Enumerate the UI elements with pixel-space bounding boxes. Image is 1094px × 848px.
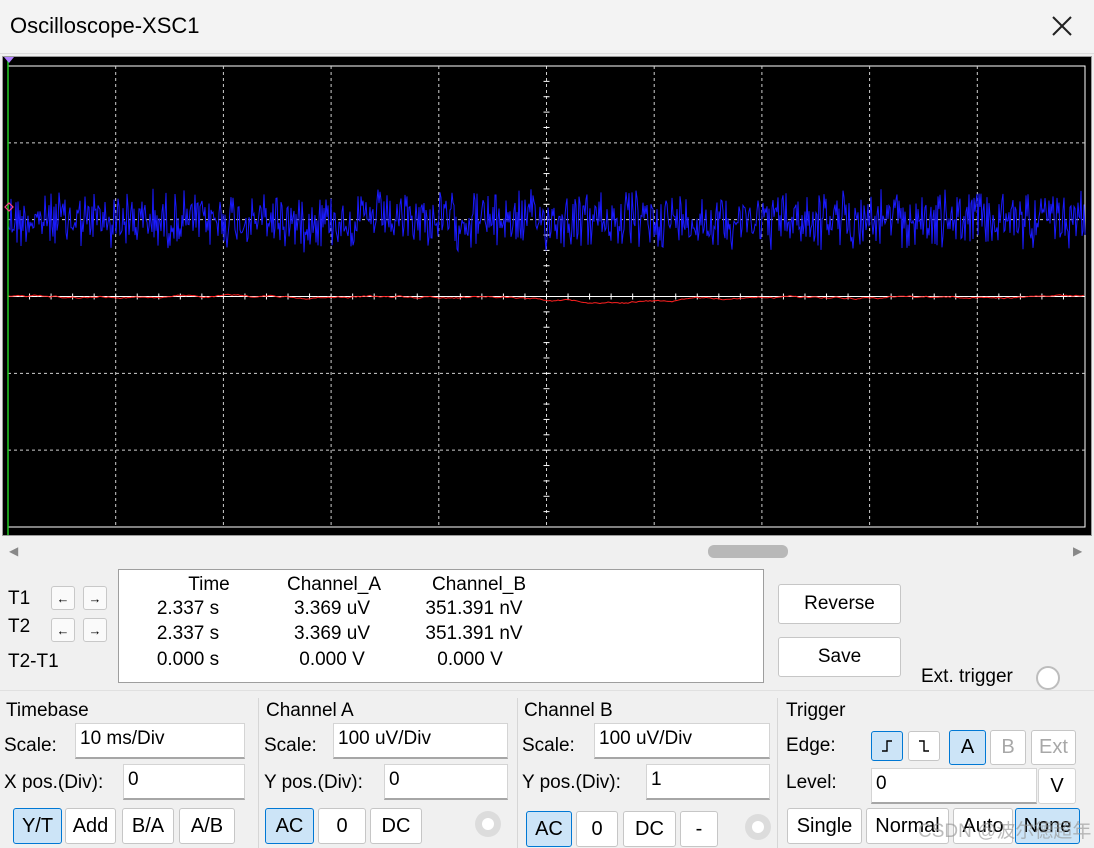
channel-a-scale-label: Scale: (264, 735, 317, 756)
ext-trigger-terminal[interactable] (1036, 666, 1060, 690)
arrow-right-icon: → (88, 622, 102, 638)
channel-b-scale-label: Scale: (522, 735, 575, 756)
t2-label: T2 (8, 616, 31, 637)
timebase-scale-input[interactable]: 10 ms/Div (75, 723, 245, 759)
t2-channel-b: 351.391 nV (425, 623, 523, 644)
channel-a-scale-input[interactable]: 100 uV/Div (333, 723, 508, 759)
timebase-xpos-input[interactable]: 0 (123, 764, 245, 800)
t2-right-button[interactable]: → (83, 618, 107, 642)
rising-edge-button[interactable] (871, 731, 903, 761)
channel-b-scale-input[interactable]: 100 uV/Div (594, 723, 770, 759)
trigger-level-input[interactable]: 0 (871, 768, 1037, 804)
close-icon (1052, 16, 1072, 36)
trigger-level-label: Level: (786, 772, 837, 793)
channel-a-zero-button[interactable]: 0 (318, 808, 366, 844)
trigger-single-button[interactable]: Single (787, 808, 862, 844)
timebase-scale-label: Scale: (4, 735, 57, 756)
channel-a-ypos-input[interactable]: 0 (384, 764, 508, 800)
diff-channel-a: 0.000 V (299, 649, 365, 670)
t1-time: 2.337 s (156, 598, 220, 619)
t1-right-button[interactable]: → (83, 586, 107, 610)
cursor-t1-marker (4, 57, 14, 63)
mode-yt-button[interactable]: Y/T (13, 808, 62, 844)
reverse-button[interactable]: Reverse (778, 584, 901, 624)
close-button[interactable] (1042, 6, 1082, 46)
trigger-source-ext-button[interactable]: Ext (1031, 730, 1076, 765)
t2-t1-label: T2-T1 (8, 651, 59, 672)
channel-a-terminal[interactable] (475, 811, 501, 837)
trigger-level-unit[interactable]: V (1038, 768, 1076, 804)
t1-label: T1 (8, 588, 31, 609)
timebase-xpos-label: X pos.(Div): (4, 772, 104, 793)
falling-edge-button[interactable] (908, 731, 940, 761)
arrow-left-icon: ← (56, 590, 70, 606)
scroll-right-icon[interactable]: ▶ (1073, 544, 1082, 558)
trigger-normal-button[interactable]: Normal (866, 808, 949, 844)
mode-add-button[interactable]: Add (65, 808, 116, 844)
trigger-source-a-button[interactable]: A (949, 730, 986, 765)
trigger-edge-label: Edge: (786, 735, 836, 756)
channel-b-dc-button[interactable]: DC (623, 811, 676, 847)
channel-b-ypos-input[interactable]: 1 (646, 764, 770, 800)
save-button[interactable]: Save (778, 637, 901, 677)
trigger-source-b-button[interactable]: B (990, 730, 1026, 765)
scroll-left-icon[interactable]: ◀ (9, 544, 18, 558)
header-channel-b: Channel_B (431, 574, 527, 595)
mode-ab-button[interactable]: A/B (179, 808, 235, 844)
cursor-readout-table: Time Channel_A Channel_B 2.337 s 3.369 u… (118, 569, 764, 683)
channel-b-ac-button[interactable]: AC (526, 811, 572, 847)
scrollbar-thumb[interactable] (708, 545, 788, 558)
scope-plot (4, 57, 1086, 535)
ext-trigger-label: Ext. trigger (921, 666, 1013, 687)
falling-edge-icon (919, 740, 929, 752)
arrow-left-icon: ← (56, 622, 70, 638)
t1-channel-a: 3.369 uV (293, 598, 371, 619)
panel-separator (258, 698, 259, 848)
t1-channel-b: 351.391 nV (425, 598, 523, 619)
t1-left-button[interactable]: ← (51, 586, 75, 610)
channel-b-terminal[interactable] (745, 814, 771, 840)
channel-a-dc-button[interactable]: DC (370, 808, 422, 844)
channel-a-ypos-label: Y pos.(Div): (264, 772, 363, 793)
t2-left-button[interactable]: ← (51, 618, 75, 642)
t2-channel-a: 3.369 uV (293, 623, 371, 644)
timebase-title: Timebase (6, 700, 89, 721)
trigger-auto-button[interactable]: Auto (953, 808, 1013, 844)
scope-display[interactable] (2, 56, 1092, 536)
horizontal-scrollbar[interactable] (0, 540, 1094, 562)
panel-separator (517, 698, 518, 848)
channel-b-title: Channel B (524, 700, 613, 721)
panel-divider (0, 690, 1094, 691)
channel-b-zero-button[interactable]: 0 (576, 811, 618, 847)
trigger-none-button[interactable]: None (1015, 808, 1080, 844)
t2-time: 2.337 s (156, 623, 220, 644)
arrow-right-icon: → (88, 590, 102, 606)
header-channel-a: Channel_A (286, 574, 382, 595)
mode-ba-button[interactable]: B/A (122, 808, 174, 844)
diff-channel-b: 0.000 V (437, 649, 503, 670)
rising-edge-icon (882, 740, 892, 752)
channel-a-title: Channel A (266, 700, 354, 721)
channel-b-ypos-label: Y pos.(Div): (522, 772, 621, 793)
diff-time: 0.000 s (156, 649, 220, 670)
panel-separator (777, 698, 778, 848)
channel-a-ac-button[interactable]: AC (265, 808, 314, 844)
trigger-title: Trigger (786, 700, 846, 721)
window-title: Oscilloscope-XSC1 (10, 13, 200, 38)
channel-b-minus-button[interactable]: - (680, 811, 718, 847)
header-time: Time (188, 574, 230, 595)
